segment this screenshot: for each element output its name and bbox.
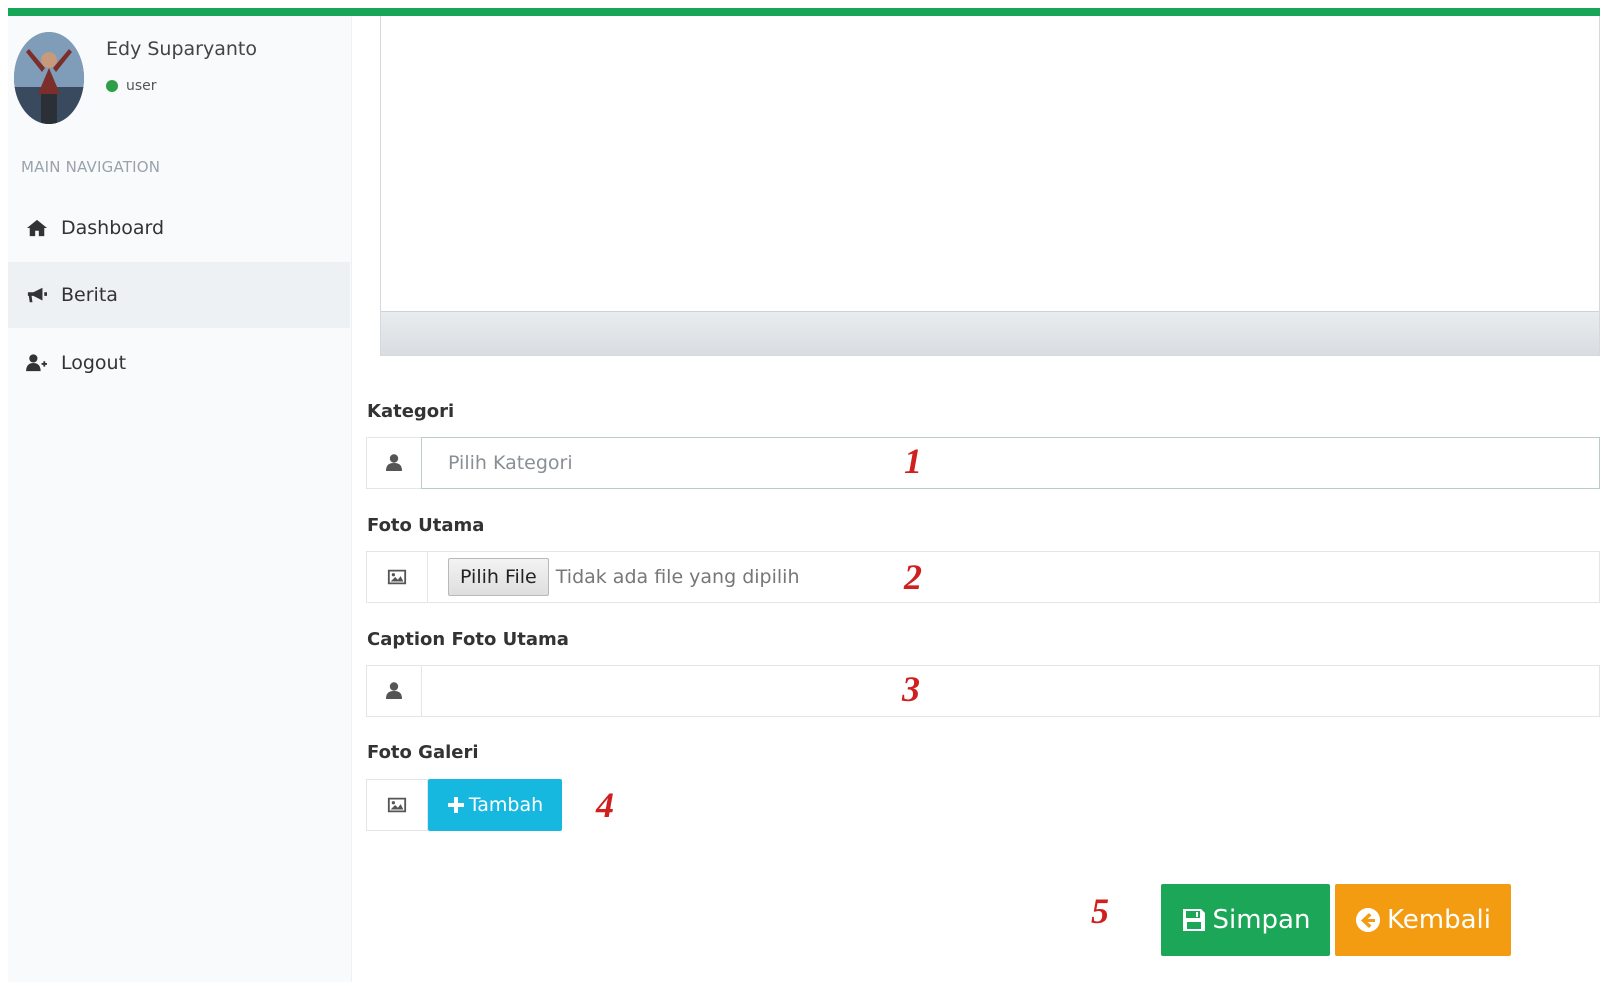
annotation-marker-2: 2 — [904, 557, 922, 597]
online-status-dot — [106, 80, 118, 92]
back-button[interactable]: Kembali — [1335, 884, 1511, 956]
user-status: user — [106, 78, 157, 94]
annotation-marker-1: 1 — [904, 441, 922, 481]
kategori-select[interactable]: Pilih Kategori — [421, 437, 1600, 489]
editor-status-bar — [381, 311, 1599, 355]
home-icon — [24, 217, 50, 239]
add-button-label: Tambah — [468, 794, 544, 816]
sidebar-item-berita[interactable]: Berita — [8, 262, 350, 328]
foto-utama-label: Foto Utama — [367, 515, 485, 536]
nav-header: MAIN NAVIGATION — [21, 158, 161, 176]
user-name: Edy Suparyanto — [106, 38, 257, 60]
caption-label: Caption Foto Utama — [367, 629, 569, 650]
bullhorn-icon — [24, 284, 50, 306]
picture-icon — [387, 797, 407, 813]
plus-icon — [447, 797, 464, 813]
annotation-marker-3: 3 — [902, 669, 920, 709]
sidebar-item-logout[interactable]: Logout — [8, 330, 350, 396]
picture-icon — [387, 569, 407, 585]
annotation-marker-4: 4 — [596, 785, 614, 825]
kategori-label: Kategori — [367, 401, 455, 422]
sidebar-item-dashboard[interactable]: Dashboard — [8, 195, 350, 261]
top-accent-bar — [8, 8, 1600, 16]
caption-addon — [366, 665, 422, 717]
avatar — [14, 32, 84, 124]
save-button[interactable]: Simpan — [1161, 884, 1330, 956]
user-plus-icon — [24, 352, 50, 374]
foto-utama-addon — [366, 551, 428, 603]
foto-utama-file-input[interactable]: Pilih File Tidak ada file yang dipilih — [427, 551, 1600, 603]
back-button-label: Kembali — [1387, 905, 1491, 935]
user-icon — [386, 682, 402, 699]
caption-input[interactable] — [421, 665, 1600, 717]
file-status-text: Tidak ada file yang dipilih — [555, 566, 800, 588]
floppy-disk-icon — [1182, 909, 1205, 931]
sidebar-item-label: Berita — [61, 284, 118, 306]
sidebar: Edy Suparyanto user MAIN NAVIGATION Dash… — [8, 16, 352, 982]
user-icon — [386, 454, 402, 471]
annotation-marker-5: 5 — [1091, 891, 1109, 931]
user-role: user — [126, 78, 157, 94]
arrow-circle-left-icon — [1356, 908, 1381, 932]
kategori-placeholder: Pilih Kategori — [448, 452, 573, 474]
foto-galeri-label: Foto Galeri — [367, 742, 479, 763]
save-button-label: Simpan — [1212, 905, 1311, 935]
avatar-image — [14, 32, 84, 124]
sidebar-item-label: Dashboard — [61, 217, 165, 239]
foto-galeri-addon — [366, 779, 428, 831]
sidebar-item-label: Logout — [61, 352, 127, 374]
content-editor[interactable] — [380, 16, 1600, 356]
add-gallery-button[interactable]: Tambah — [428, 779, 562, 831]
kategori-addon — [366, 437, 422, 489]
choose-file-button[interactable]: Pilih File — [448, 558, 549, 596]
